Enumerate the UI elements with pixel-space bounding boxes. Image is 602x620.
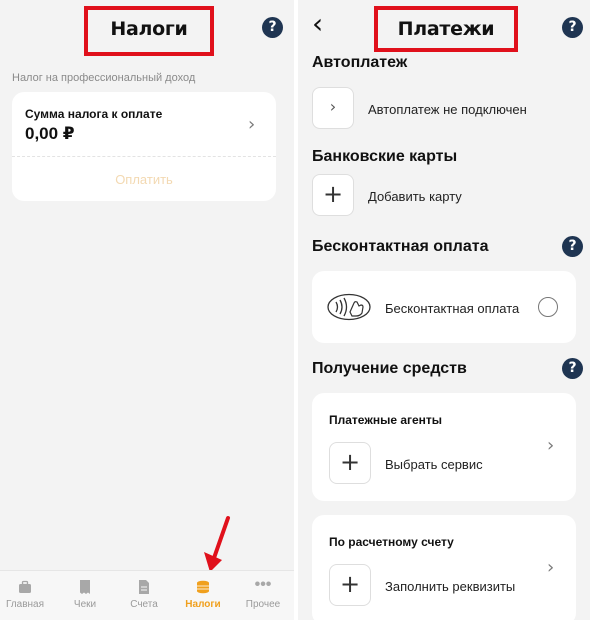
chevron-right-icon: › xyxy=(329,97,337,116)
tab-taxes[interactable]: Налоги xyxy=(174,579,232,610)
coins-icon xyxy=(197,580,209,594)
document-icon xyxy=(139,580,149,594)
bank-account-title: По расчетному счету xyxy=(329,535,454,549)
nfc-hand-icon xyxy=(327,293,371,321)
select-service-plus-button[interactable]: + xyxy=(329,442,371,484)
tab-bar: Главная Чеки Счета Налоги ••• Прочее xyxy=(0,570,294,620)
tab-label: Чеки xyxy=(73,599,97,610)
page-title: Налоги xyxy=(110,18,188,40)
help-icon[interactable]: ? xyxy=(562,236,583,257)
help-icon[interactable]: ? xyxy=(262,17,283,38)
chevron-right-icon[interactable]: › xyxy=(248,114,255,135)
tab-label: Прочее xyxy=(245,599,281,610)
plus-icon: + xyxy=(339,570,361,598)
tab-receipts[interactable]: Чеки xyxy=(56,579,114,610)
bank-cards-heading: Банковские карты xyxy=(312,148,458,165)
page-title: Платежи xyxy=(397,18,495,40)
payment-agents-card[interactable]: Платежные агенты + Выбрать сервис › xyxy=(312,393,576,501)
tab-label: Налоги xyxy=(185,599,221,610)
chevron-right-icon[interactable]: › xyxy=(547,435,554,456)
payments-screen: ‹ Платежи ? Автоплатеж › Автоплатеж не п… xyxy=(298,0,590,620)
chevron-right-icon[interactable]: › xyxy=(547,557,554,578)
taxes-screen: Налоги ? Налог на профессиональный доход… xyxy=(0,0,294,620)
tab-accounts[interactable]: Счета xyxy=(115,579,173,610)
plus-icon: + xyxy=(339,448,361,476)
add-card-link[interactable]: Добавить карту xyxy=(368,189,462,204)
autopay-chevron-button[interactable]: › xyxy=(312,87,354,129)
red-arrow-annotation xyxy=(204,516,230,572)
contactless-heading: Бесконтактная оплата xyxy=(312,238,489,255)
tab-more[interactable]: ••• Прочее xyxy=(234,576,292,611)
payment-agents-title: Платежные агенты xyxy=(329,413,443,427)
fill-details-plus-button[interactable]: + xyxy=(329,564,371,606)
section-label: Налог на профессиональный доход xyxy=(12,72,196,84)
contactless-label: Бесконтактная оплата xyxy=(385,301,520,316)
contactless-card[interactable]: Бесконтактная оплата xyxy=(312,271,576,343)
plus-icon: + xyxy=(322,180,344,208)
help-icon[interactable]: ? xyxy=(562,17,583,38)
tab-label: Главная xyxy=(5,599,45,610)
contactless-radio[interactable] xyxy=(538,297,558,317)
bank-account-card[interactable]: По расчетному счету + Заполнить реквизит… xyxy=(312,515,576,620)
tab-main[interactable]: Главная xyxy=(0,579,54,610)
autopay-status[interactable]: Автоплатеж не подключен xyxy=(368,102,527,117)
tax-amount-label: Сумма налога к оплате xyxy=(25,107,163,121)
help-icon[interactable]: ? xyxy=(562,358,583,379)
add-card-plus-button[interactable]: + xyxy=(312,174,354,216)
tab-label: Счета xyxy=(130,599,158,610)
fill-details-link[interactable]: Заполнить реквизиты xyxy=(385,579,515,594)
briefcase-icon xyxy=(19,580,31,593)
pay-button[interactable]: Оплатить xyxy=(12,172,276,187)
more-icon: ••• xyxy=(254,576,272,593)
receive-heading: Получение средств xyxy=(312,360,467,377)
select-service-link[interactable]: Выбрать сервис xyxy=(385,457,483,472)
tax-card[interactable]: Сумма налога к оплате 0,00 ₽ › Оплатить xyxy=(12,92,276,201)
back-button[interactable]: ‹ xyxy=(312,8,323,40)
tax-amount: 0,00 ₽ xyxy=(25,124,75,143)
autopay-heading: Автоплатеж xyxy=(312,54,408,71)
receipt-icon xyxy=(80,580,90,594)
dashed-divider xyxy=(12,156,276,157)
